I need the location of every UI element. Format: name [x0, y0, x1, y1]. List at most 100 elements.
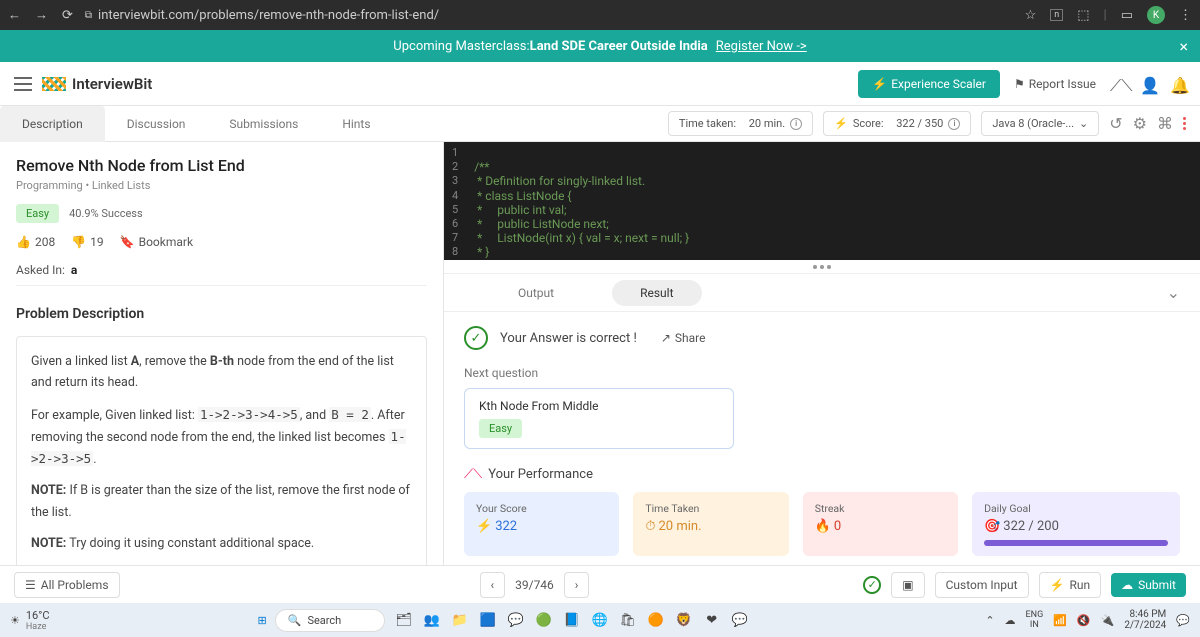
more-icon[interactable] — [1183, 117, 1186, 130]
report-issue-button[interactable]: ⚑ Report Issue — [1014, 77, 1096, 91]
user-icon[interactable]: 👤 — [1140, 76, 1156, 92]
app-icon[interactable]: 🦁 — [673, 609, 695, 631]
section-title: Problem Description — [16, 306, 427, 322]
next-question-title: Kth Node From Middle — [479, 399, 719, 413]
banner-prefix: Upcoming Masterclass: — [393, 39, 529, 54]
app-icon[interactable]: 💬 — [729, 609, 751, 631]
console-button[interactable]: ▣ — [891, 572, 924, 598]
back-icon[interactable]: ← — [8, 7, 21, 23]
submit-button[interactable]: ☁ Submit — [1111, 573, 1186, 597]
company-icon[interactable]: a — [71, 263, 77, 277]
streak-card: Streak 🔥0 — [803, 492, 958, 556]
success-rate: 40.9% Success — [69, 207, 143, 220]
asked-in: Asked In: a — [16, 263, 427, 286]
clock[interactable]: 8:46 PM2/7/2024 — [1124, 609, 1166, 631]
downvote-button[interactable]: 👎 19 — [71, 235, 103, 249]
app-icon[interactable]: 🟢 — [533, 609, 555, 631]
editor-panel: 12345678 /** * Definition for singly-lin… — [444, 142, 1200, 565]
info-icon[interactable]: i — [790, 118, 802, 130]
app-icon[interactable]: 🟠 — [645, 609, 667, 631]
share-button[interactable]: ↗ Share — [661, 331, 706, 345]
app-icon[interactable]: 🌐 — [589, 609, 611, 631]
tab-discussion[interactable]: Discussion — [105, 106, 208, 142]
forward-icon[interactable]: → — [35, 7, 48, 23]
status-check-icon: ✓ — [863, 576, 881, 594]
tab-description[interactable]: Description — [0, 106, 105, 142]
bookmark-button[interactable]: 🔖 Bookmark — [120, 235, 193, 249]
reload-icon[interactable]: ⟳ — [62, 8, 73, 23]
prev-button[interactable]: ‹ — [480, 572, 506, 598]
score-card: Your Score ⚡322 — [464, 492, 619, 556]
score-pill: ⚡ Score: 322 / 350 i — [823, 111, 971, 136]
report-icon: ⚑ — [1014, 77, 1025, 91]
tab-result[interactable]: Result — [612, 280, 701, 306]
app-icon[interactable]: 💬 — [505, 609, 527, 631]
wifi-icon[interactable]: 📶 — [1053, 614, 1067, 627]
battery-icon[interactable]: 🔌 — [1101, 614, 1115, 627]
subheader: Description Discussion Submissions Hints… — [0, 106, 1200, 142]
tab-hints[interactable]: Hints — [320, 106, 392, 142]
line-gutter: 12345678 — [444, 142, 466, 260]
next-question-card[interactable]: Kth Node From Middle Easy — [464, 388, 734, 449]
keyboard-icon[interactable]: ⌘ — [1157, 114, 1173, 133]
ext-icon[interactable]: n — [1050, 9, 1063, 21]
difficulty-badge: Easy — [16, 204, 59, 223]
banner-link[interactable]: Register Now -> — [716, 39, 807, 54]
app-icon[interactable]: 🗂 — [393, 609, 415, 631]
app-icon[interactable]: 📘 — [561, 609, 583, 631]
activity-icon[interactable]: ⟋⟍ — [1110, 76, 1126, 92]
next-question-label: Next question — [464, 366, 1180, 380]
experience-scaler-button[interactable]: ⚡ Experience Scaler — [858, 70, 1000, 98]
language-select[interactable]: Java 8 (Oracle-... ⌄ — [981, 111, 1099, 136]
tray-icon[interactable]: ⌃ — [985, 614, 994, 627]
star-icon[interactable]: ☆ — [1025, 8, 1037, 23]
menu-icon[interactable]: ⋮ — [1179, 8, 1192, 23]
weather-widget[interactable]: ☀ 16°CHaze — [10, 609, 50, 632]
site-info-icon[interactable]: ⧉ — [85, 10, 92, 21]
next-button[interactable]: › — [564, 572, 590, 598]
window-icon[interactable]: ▭ — [1121, 8, 1133, 23]
app-icon[interactable]: 📁 — [449, 609, 471, 631]
app-icon[interactable]: ❤ — [701, 609, 723, 631]
resize-handle[interactable] — [444, 260, 1200, 274]
start-icon[interactable]: ⊞ — [258, 614, 267, 627]
app-icon[interactable]: 🛍 — [617, 609, 639, 631]
chevron-down-icon[interactable]: ⌄ — [1167, 283, 1180, 302]
problem-description: Given a linked list A, remove the B-th n… — [16, 336, 427, 565]
logo-icon — [42, 77, 66, 91]
tab-submissions[interactable]: Submissions — [207, 106, 320, 142]
breadcrumb: Programming • Linked Lists — [16, 179, 427, 192]
chevron-down-icon: ⌄ — [1079, 117, 1088, 130]
profile-avatar[interactable]: K — [1147, 6, 1165, 24]
bell-icon[interactable]: 🔔 — [1170, 76, 1186, 92]
problem-title: Remove Nth Node from List End — [16, 156, 427, 175]
volume-icon[interactable]: 🔇 — [1077, 614, 1091, 627]
tray-icon[interactable]: ☁ — [1005, 614, 1016, 627]
settings-icon[interactable]: ⚙ — [1133, 114, 1147, 133]
pulse-icon: ⟋⟍ — [464, 467, 482, 482]
custom-input-button[interactable]: Custom Input — [935, 572, 1029, 598]
reset-icon[interactable]: ↺ — [1109, 114, 1122, 133]
footer-bar: ☰ All Problems ‹ 39/746 › ✓ ▣ Custom Inp… — [0, 565, 1200, 603]
announcement-banner: Upcoming Masterclass: Land SDE Career Ou… — [0, 30, 1200, 62]
problem-counter: 39/746 — [515, 578, 554, 592]
upvote-button[interactable]: 👍 208 — [16, 235, 55, 249]
app-icon[interactable]: 👥 — [421, 609, 443, 631]
code-content[interactable]: /** * Definition for singly-linked list.… — [466, 142, 697, 260]
output-tabs: Output Result ⌄ — [444, 274, 1200, 312]
code-editor[interactable]: 12345678 /** * Definition for singly-lin… — [444, 142, 1200, 260]
run-button[interactable]: ⚡ Run — [1039, 572, 1102, 598]
notifications-icon[interactable]: 💬 — [1176, 614, 1190, 627]
close-icon[interactable]: × — [1179, 37, 1188, 56]
all-problems-button[interactable]: ☰ All Problems — [14, 572, 120, 598]
hamburger-icon[interactable] — [14, 77, 32, 91]
app-icon[interactable]: 🟦 — [477, 609, 499, 631]
info-icon[interactable]: i — [948, 118, 960, 130]
puzzle-icon[interactable]: ⬚ — [1077, 8, 1089, 23]
result-message: Your Answer is correct ! — [500, 331, 637, 346]
brand-logo[interactable]: InterviewBit — [42, 75, 152, 93]
taskbar-search[interactable]: 🔍 Search — [275, 609, 385, 632]
tab-output[interactable]: Output — [490, 280, 582, 306]
browser-bar: ← → ⟳ ⧉ interviewbit.com/problems/remove… — [0, 0, 1200, 30]
url-bar[interactable]: ⧉ interviewbit.com/problems/remove-nth-n… — [85, 8, 439, 23]
